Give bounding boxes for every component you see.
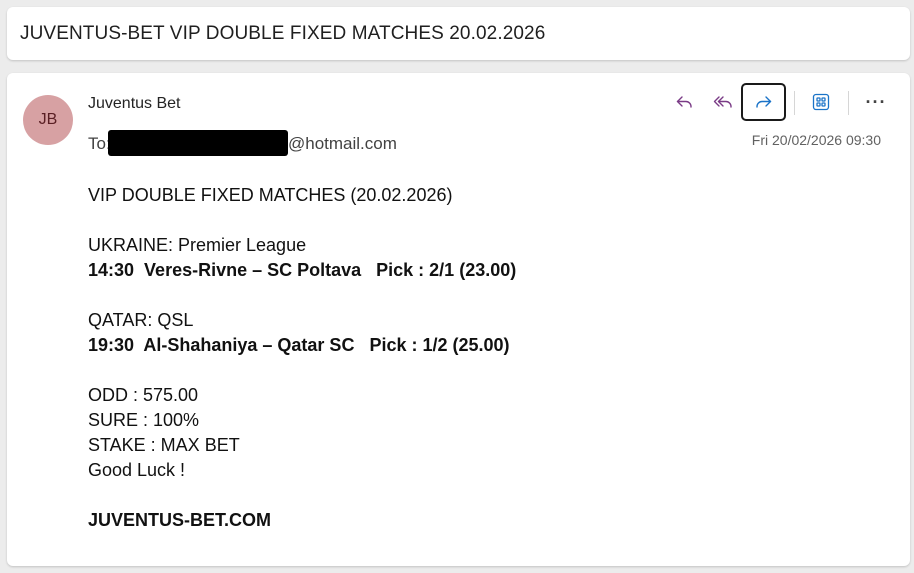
more-actions-button[interactable]: ··· xyxy=(856,83,896,121)
apps-icon xyxy=(812,93,830,111)
reply-all-icon xyxy=(713,96,732,108)
forward-icon xyxy=(755,96,771,108)
subject-bar: JUVENTUS-BET VIP DOUBLE FIXED MATCHES 20… xyxy=(7,7,910,60)
forward-button[interactable] xyxy=(741,83,786,121)
match1-line: 14:30 Veres-Rivne – SC Poltava Pick : 2/… xyxy=(88,260,517,280)
luck-line: Good Luck ! xyxy=(88,460,186,480)
reply-button[interactable] xyxy=(664,83,704,121)
message-date: Fri 20/02/2026 09:30 xyxy=(751,132,881,148)
avatar[interactable]: JB xyxy=(23,95,73,145)
email-subject: JUVENTUS-BET VIP DOUBLE FIXED MATCHES 20… xyxy=(20,23,546,44)
match2-league: QATAR: QSL xyxy=(88,310,194,330)
match1-league: UKRAINE: Premier League xyxy=(88,235,307,255)
reply-icon xyxy=(676,96,692,108)
message-card: JB Juventus Bet To: @hotmail.com Fri 20/0… xyxy=(7,73,910,566)
body-heading: VIP DOUBLE FIXED MATCHES (20.02.2026) xyxy=(88,185,453,205)
toolbar-divider xyxy=(848,91,849,115)
stake-line: STAKE : MAX BET xyxy=(88,435,240,455)
redacted-address xyxy=(108,130,288,156)
avatar-initials: JB xyxy=(38,111,58,128)
toolbar-divider xyxy=(794,91,795,115)
recipient-line: To: @hotmail.com xyxy=(88,130,397,156)
site-line: JUVENTUS-BET.COM xyxy=(88,510,272,530)
more-icon: ··· xyxy=(865,92,887,112)
sure-line: SURE : 100% xyxy=(88,410,200,430)
reply-all-button[interactable] xyxy=(703,83,743,121)
to-label: To: xyxy=(88,134,111,153)
odd-line: ODD : 575.00 xyxy=(88,385,199,405)
apps-button[interactable] xyxy=(801,83,841,121)
sender-name[interactable]: Juventus Bet xyxy=(88,95,181,113)
match2-line: 19:30 Al-Shahaniya – Qatar SC Pick : 1/2… xyxy=(88,335,510,355)
recipient-domain: @hotmail.com xyxy=(288,134,397,153)
message-body: VIP DOUBLE FIXED MATCHES (20.02.2026) UK… xyxy=(88,183,516,533)
message-actions: ··· xyxy=(667,83,897,123)
